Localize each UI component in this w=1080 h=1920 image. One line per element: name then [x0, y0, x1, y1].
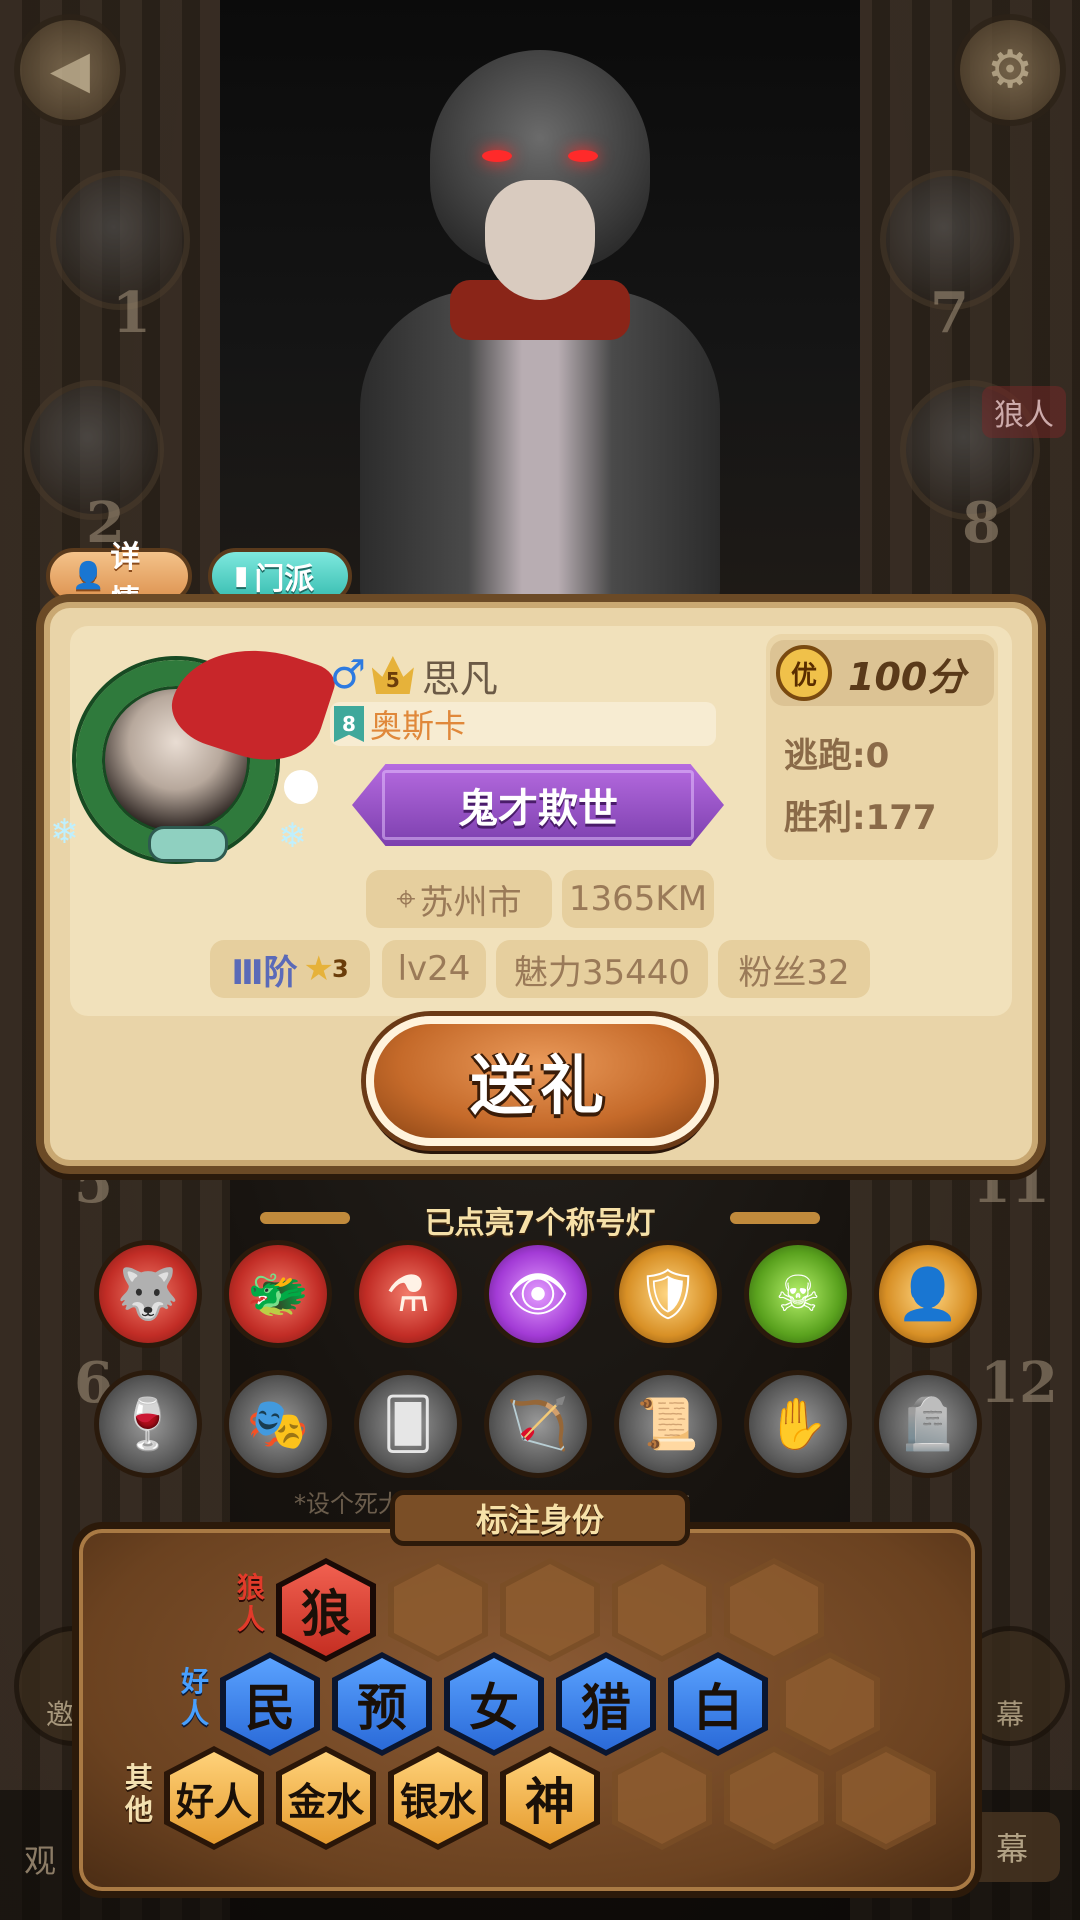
rank-label: Ⅲ阶: [231, 952, 298, 993]
fans-chip: 粉丝32: [718, 940, 870, 998]
guild-name: 奥斯卡: [370, 707, 467, 745]
back-arrow-icon: ◀: [50, 40, 90, 100]
werewolf-lamp-icon[interactable]: 🐲: [224, 1240, 332, 1348]
seat-number: 1: [112, 280, 151, 346]
good-row-label: 好人: [180, 1665, 209, 1730]
ribbon-bow: [148, 826, 228, 862]
score-box: 优 100分 逃跑:0 胜利:177: [766, 634, 998, 860]
guild-level-badge: 8: [334, 706, 364, 742]
score-header: 优 100分: [770, 640, 994, 706]
wolf-eye-right: [568, 150, 598, 162]
tombstone-lamp-icon[interactable]: 🪦: [874, 1370, 982, 1478]
player-name-row: ♂ 5 思凡: [330, 652, 498, 701]
card-lamp-icon[interactable]: 🂠: [354, 1370, 462, 1478]
portrait-lamp-icon[interactable]: 👤: [874, 1240, 982, 1348]
rank-chip: Ⅲ阶 ★ 3: [210, 940, 370, 998]
wolf-eye-left: [482, 150, 512, 162]
seat-number: 12: [980, 1350, 1058, 1416]
vip-crown-icon: 5: [371, 656, 414, 694]
wolf-lamp-icon[interactable]: 🐺: [94, 1240, 202, 1348]
send-gift-button[interactable]: 送礼: [366, 1016, 714, 1146]
grade-badge-icon: 优: [776, 645, 832, 701]
seat-number: 8: [962, 490, 1001, 556]
send-gift-label: 送礼: [470, 1050, 610, 1124]
guild-row[interactable]: 8 奥斯卡: [330, 702, 716, 746]
player-name: 思凡: [421, 656, 498, 701]
mask-lamp-icon[interactable]: 🎭: [224, 1370, 332, 1478]
location-pin-icon: ⌖: [396, 879, 416, 919]
city-name: 苏州市: [419, 882, 522, 923]
player-title: 鬼才欺世: [458, 786, 618, 832]
vip-level: 5: [385, 668, 400, 692]
spectate-label[interactable]: 观: [24, 1836, 56, 1882]
tab-guild-label: 门派: [254, 562, 315, 597]
poison-lamp-icon[interactable]: ☠: [744, 1240, 852, 1348]
wolf-row-label: 狼人: [236, 1571, 265, 1636]
other-row-label: 其他: [124, 1761, 153, 1826]
identity-heading: 标注身份: [390, 1490, 690, 1546]
escape-count: 逃跑:0: [784, 736, 890, 776]
potion-lamp-icon[interactable]: ⚗: [354, 1240, 462, 1348]
city-chip: ⌖ 苏州市: [366, 870, 552, 928]
scroll-lamp-icon[interactable]: 📜: [614, 1370, 722, 1478]
male-icon: ♂: [330, 652, 366, 698]
danmu-side-label: 幕: [995, 1698, 1024, 1731]
character-face: [485, 180, 595, 300]
person-icon: 👤: [72, 561, 105, 591]
rank-star-icon: ★: [303, 949, 334, 989]
snowflake-icon: ❄: [278, 816, 307, 856]
santa-hat-pompom: [284, 770, 318, 804]
settings-button[interactable]: ⚙: [954, 14, 1066, 126]
bow-lamp-icon[interactable]: 🏹: [484, 1370, 592, 1478]
snowflake-icon: ❄: [50, 812, 79, 852]
player-title-banner: 鬼才欺世: [352, 764, 724, 846]
glove-lamp-icon[interactable]: ✋: [744, 1370, 852, 1478]
distance-chip: 1365KM: [562, 870, 714, 928]
seer-lamp-icon[interactable]: 👁: [484, 1240, 592, 1348]
gear-icon: ⚙: [986, 40, 1034, 100]
werewolf-character-art: [340, 30, 740, 610]
rank-star-count: 3: [331, 955, 349, 983]
seat-number: 7: [930, 280, 969, 346]
shield-lamp-icon[interactable]: 🛡: [614, 1240, 722, 1348]
level-chip: lv24: [382, 940, 486, 998]
cup-lamp-icon[interactable]: 🍷: [94, 1370, 202, 1478]
bookmark-icon: ▮: [234, 561, 249, 591]
title-lamps-heading: 已点亮7个称号灯: [260, 1196, 820, 1244]
score-value: 100分: [848, 654, 966, 699]
seat-role-tag: 狼人: [982, 386, 1066, 438]
charm-chip: 魅力35440: [496, 940, 708, 998]
win-count: 胜利:177: [784, 798, 937, 838]
back-button[interactable]: ◀: [14, 14, 126, 126]
avatar[interactable]: ❄ ❄: [50, 625, 340, 870]
